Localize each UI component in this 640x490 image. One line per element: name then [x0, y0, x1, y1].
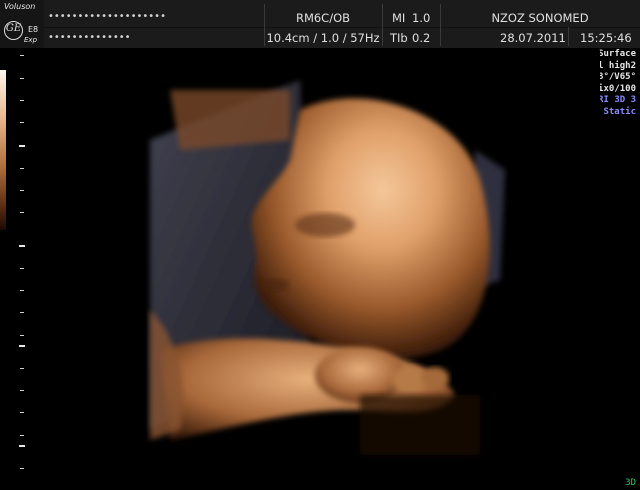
- ruler-tick-major: [19, 145, 25, 147]
- fetal-3d-render-image: [60, 50, 600, 490]
- fetal-finger: [421, 367, 449, 389]
- ruler-tick: [20, 368, 24, 369]
- ruler-tick: [20, 100, 24, 101]
- ruler-tick-major: [19, 445, 25, 447]
- tib-value: 0.2: [412, 31, 431, 45]
- ruler-tick: [20, 435, 24, 436]
- mi-label: MI: [392, 11, 406, 25]
- ruler-tick: [20, 468, 24, 469]
- probe-preset: RM6C/OB: [295, 11, 351, 25]
- corner-3d-label: 3D: [625, 478, 636, 488]
- ruler-tick: [20, 78, 24, 79]
- patient-id: ••••••••••••••: [48, 32, 131, 43]
- tib-label: TIb: [390, 31, 408, 45]
- mouth-region: [261, 279, 289, 291]
- depth-ruler: [0, 0, 40, 490]
- ruler-tick: [20, 122, 24, 123]
- ruler-tick: [20, 412, 24, 413]
- ruler-tick: [20, 190, 24, 191]
- ruler-tick: [20, 290, 24, 291]
- patient-name: ••••••••••••••••••••: [48, 11, 166, 22]
- eye-region: [295, 213, 355, 237]
- fetal-hand: [315, 347, 405, 403]
- ruler-tick-major: [19, 245, 25, 247]
- header-separator: [382, 4, 383, 46]
- ruler-tick: [20, 55, 24, 56]
- ruler-tick: [20, 268, 24, 269]
- ruler-tick: [20, 335, 24, 336]
- ruler-tick: [20, 312, 24, 313]
- exam-date: 28.07.2011: [500, 31, 566, 45]
- mi-value: 1.0: [412, 11, 431, 25]
- ruler-tick-major: [19, 345, 25, 347]
- ruler-tick: [20, 168, 24, 169]
- ruler-tick: [20, 212, 24, 213]
- lower-shadow: [360, 395, 480, 455]
- exam-time: 15:25:46: [580, 31, 632, 45]
- scan-params: 10.4cm / 1.0 / 57Hz: [266, 31, 380, 45]
- header-separator: [568, 27, 569, 46]
- institution-name: NZOZ SONOMED: [491, 11, 589, 25]
- ruler-tick: [20, 390, 24, 391]
- header-bar: Voluson GE E8 Exp •••••••••••••••••••• •…: [0, 0, 640, 48]
- upper-tissue: [170, 90, 290, 150]
